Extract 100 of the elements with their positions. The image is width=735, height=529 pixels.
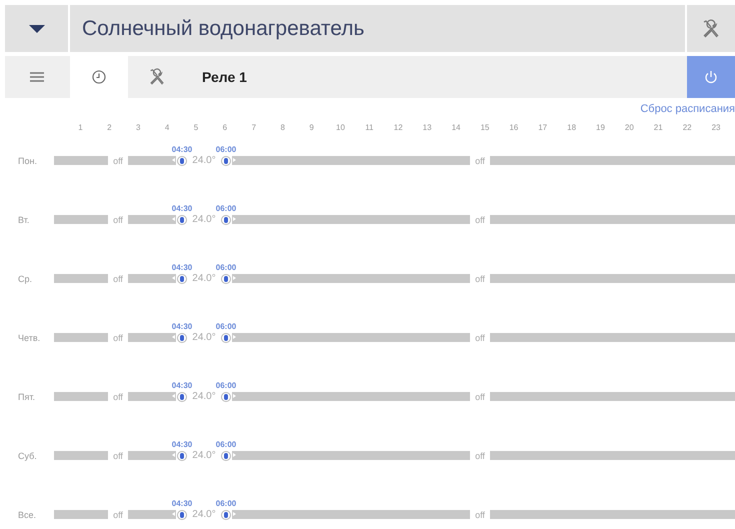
time-label: 06:00	[216, 202, 236, 214]
hour-label: 2	[106, 122, 113, 132]
time-handle[interactable]	[177, 214, 187, 224]
off-label: off	[474, 332, 486, 344]
time-label: 04:30	[172, 144, 192, 156]
time-label: 04:30	[172, 202, 192, 214]
hour-label: 21	[652, 122, 664, 132]
time-label: 06:00	[216, 438, 236, 450]
hour-label: 18	[566, 122, 578, 132]
hour-label: 1	[77, 122, 84, 132]
hour-label: 23	[710, 122, 722, 132]
schedule-bar	[54, 451, 108, 460]
day-label: Пон.	[17, 155, 38, 167]
arrow-right-icon	[233, 394, 236, 398]
day-label: Вт.	[17, 214, 30, 226]
hour-label: 16	[508, 122, 520, 132]
window-title: Солнечный водонагреватель	[70, 5, 685, 52]
off-label: off	[112, 332, 124, 344]
time-label: 06:00	[216, 380, 236, 392]
hour-label: 3	[135, 122, 142, 132]
hour-label: 5	[192, 122, 200, 132]
schedule-bar	[54, 333, 108, 342]
hour-label: 12	[392, 122, 404, 132]
time-handle[interactable]	[177, 274, 187, 284]
time-handle[interactable]	[221, 274, 231, 284]
temperature-label: 24.0°	[191, 273, 217, 285]
hour-label: 6	[222, 122, 228, 132]
time-label: 06:00	[216, 498, 236, 510]
off-label: off	[112, 450, 124, 462]
schedule-bar	[54, 392, 108, 401]
time-handle[interactable]	[177, 450, 187, 460]
hour-label: 14	[450, 122, 462, 132]
temperature-label: 24.0°	[191, 509, 217, 521]
hour-label: 15	[479, 122, 490, 132]
time-handle[interactable]	[221, 156, 231, 166]
time-label: 04:30	[172, 320, 192, 332]
relay-label: Реле 1	[201, 68, 248, 87]
time-handle[interactable]	[221, 214, 231, 224]
time-handle[interactable]	[221, 510, 231, 520]
clock-icon	[92, 70, 106, 84]
time-label: 04:30	[172, 262, 192, 274]
off-label: off	[474, 273, 486, 285]
arrow-right-icon	[233, 217, 236, 221]
power-icon	[704, 70, 718, 84]
arrow-right-icon	[233, 335, 236, 339]
time-handle[interactable]	[177, 156, 187, 166]
time-handle[interactable]	[177, 392, 187, 402]
off-label: off	[112, 214, 124, 226]
off-label: off	[112, 391, 124, 403]
day-label: Суб.	[17, 450, 38, 462]
time-handle[interactable]	[221, 332, 231, 342]
hour-label: 9	[308, 122, 315, 132]
time-label: 06:00	[216, 320, 236, 332]
menu-icon	[30, 72, 44, 82]
arrow-right-icon	[233, 158, 236, 162]
reset-schedule-link[interactable]: Сброс расписания	[640, 103, 735, 115]
off-label: off	[112, 273, 124, 285]
collapse-button[interactable]	[5, 5, 68, 52]
day-label: Все.	[17, 509, 38, 521]
off-label: off	[474, 391, 486, 403]
time-handle[interactable]	[177, 332, 187, 342]
hour-label: 20	[624, 122, 635, 132]
time-label: 04:30	[172, 438, 192, 450]
day-label: Ср.	[17, 273, 34, 285]
schedule-bar	[54, 215, 108, 224]
time-label: 06:00	[216, 144, 236, 156]
arrow-right-icon	[233, 453, 236, 457]
hour-label: 8	[279, 122, 286, 132]
hour-label: 17	[537, 122, 548, 132]
off-label: off	[474, 155, 486, 167]
time-handle[interactable]	[177, 510, 187, 520]
time-label: 04:30	[172, 380, 192, 392]
day-label: Пят.	[17, 391, 36, 403]
tools-icon	[701, 18, 721, 38]
schedule-bar	[54, 156, 108, 165]
hour-label: 13	[422, 122, 433, 132]
off-label: off	[112, 155, 124, 167]
time-handle[interactable]	[221, 392, 231, 402]
off-label: off	[474, 450, 486, 462]
arrow-right-icon	[233, 512, 236, 516]
settings-button[interactable]	[687, 5, 735, 52]
temperature-label: 24.0°	[191, 214, 217, 226]
temperature-label: 24.0°	[191, 391, 217, 403]
schedule-bar	[54, 274, 108, 283]
tools-icon	[148, 68, 166, 86]
arrow-right-icon	[233, 276, 236, 280]
hour-label: 11	[364, 122, 374, 132]
time-handle[interactable]	[221, 450, 231, 460]
time-label: 04:30	[172, 498, 192, 510]
off-label: off	[474, 509, 486, 521]
temperature-label: 24.0°	[191, 450, 217, 462]
time-label: 06:00	[216, 262, 236, 274]
off-label: off	[474, 214, 486, 226]
hour-label: 4	[164, 122, 170, 132]
hour-label: 7	[250, 122, 258, 132]
temperature-label: 24.0°	[191, 332, 217, 344]
off-label: off	[112, 509, 124, 521]
day-label: Четв.	[17, 332, 42, 344]
hour-label: 10	[335, 122, 346, 132]
hour-label: 22	[682, 122, 693, 132]
